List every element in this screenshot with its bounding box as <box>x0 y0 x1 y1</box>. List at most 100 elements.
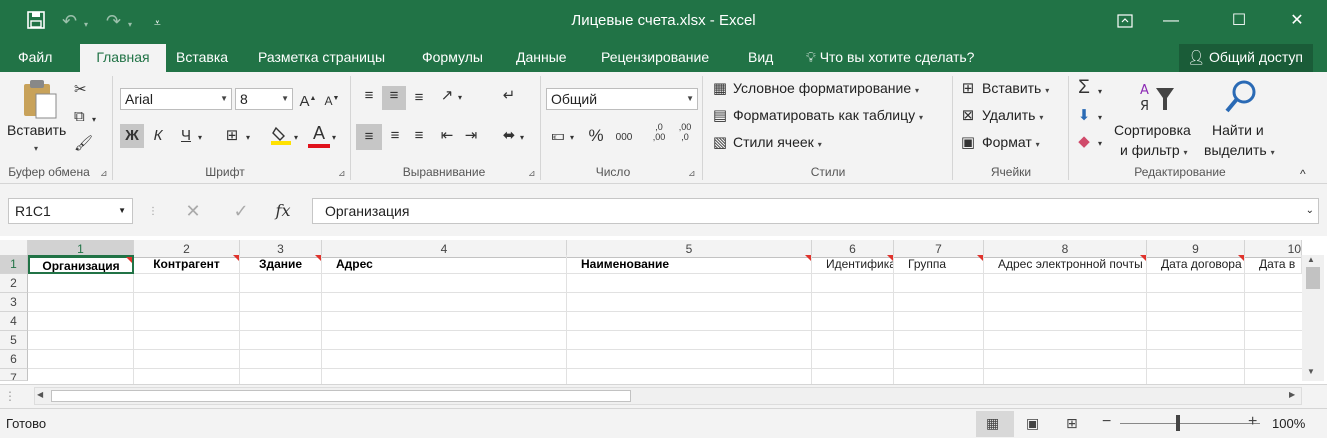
cell-styles-button[interactable]: Стили ячеек ▾ <box>733 134 822 150</box>
number-launcher-icon[interactable]: ⊿ <box>688 168 698 178</box>
maximize-icon[interactable]: ☐ <box>1216 6 1262 36</box>
orientation-icon[interactable]: ↗ <box>436 86 458 106</box>
currency-icon[interactable]: 💶︎ <box>548 126 568 146</box>
sort-filter-button[interactable]: Сортировка <box>1114 122 1191 138</box>
cell-header[interactable]: Идентификатор <box>812 255 894 274</box>
grow-font-icon[interactable]: A▲ <box>298 89 318 112</box>
zoom-slider[interactable] <box>1120 423 1260 424</box>
horizontal-scrollbar[interactable]: ◀ ▶ <box>34 387 1302 405</box>
autosum-button[interactable]: Σ <box>1074 78 1094 98</box>
zoom-out-icon[interactable]: − <box>1102 413 1111 431</box>
autosum-dropdown-icon[interactable]: ▾ <box>1098 82 1102 102</box>
tab-page-layout[interactable]: Разметка страницы <box>248 44 395 72</box>
scroll-up-icon[interactable]: ▲ <box>1307 255 1315 264</box>
borders-icon[interactable]: ⊞ <box>222 126 242 146</box>
shrink-font-icon[interactable]: A▼ <box>322 89 342 111</box>
font-color-dropdown-icon[interactable]: ▾ <box>332 128 336 148</box>
cell-header[interactable]: Наименование <box>567 255 812 274</box>
cancel-icon[interactable]: ✕ <box>178 201 208 221</box>
scroll-down-icon[interactable]: ▼ <box>1307 367 1315 376</box>
insert-cells-button[interactable]: Вставить ▾ <box>982 80 1049 96</box>
enter-icon[interactable]: ✓ <box>226 201 256 221</box>
clipboard-launcher-icon[interactable]: ⊿ <box>100 168 110 178</box>
increase-indent-icon[interactable]: ⇥ <box>460 126 482 146</box>
tab-file[interactable]: Файл <box>8 44 62 72</box>
scroll-left-icon[interactable]: ◀ <box>37 390 43 399</box>
scrollbar-thumb[interactable] <box>1306 267 1320 289</box>
cell-header[interactable]: Группа <box>894 255 984 274</box>
currency-dropdown-icon[interactable]: ▾ <box>570 128 574 148</box>
number-format-select[interactable]: Общий ▼ <box>546 88 698 110</box>
align-top-icon[interactable]: ≡ <box>358 86 380 106</box>
font-launcher-icon[interactable]: ⊿ <box>338 168 348 178</box>
clear-dropdown-icon[interactable]: ▾ <box>1098 134 1102 154</box>
insert-function-button[interactable]: fx <box>268 201 298 221</box>
align-middle-icon[interactable]: ≡ <box>382 86 406 110</box>
align-center-icon[interactable]: ≡ <box>384 126 406 146</box>
minimize-icon[interactable]: — <box>1148 6 1194 36</box>
copy-icon[interactable]: ⧉ <box>74 107 85 127</box>
worksheet-grid[interactable]: 1 2 3 4 5 6 7 8 9 10 1 2 3 4 5 6 7 Орган… <box>0 236 1327 384</box>
cell-header[interactable]: Адрес <box>322 255 567 274</box>
underline-button[interactable]: Ч <box>176 126 196 146</box>
close-icon[interactable]: ✕ <box>1274 6 1320 36</box>
tab-home[interactable]: Главная <box>80 44 166 72</box>
format-painter-icon[interactable]: 🖌︎ <box>74 134 93 154</box>
expand-formula-icon[interactable]: ⌄ <box>1306 199 1314 223</box>
row-header[interactable]: 7 <box>0 369 28 381</box>
sort-filter-icon[interactable]: AЯ <box>1136 80 1176 118</box>
sort-filter-button-line2[interactable]: и фильтр ▾ <box>1120 142 1188 158</box>
font-color-icon[interactable]: A <box>308 122 330 148</box>
paste-button[interactable]: Вставить <box>7 122 66 138</box>
thousands-button[interactable]: 000 <box>612 128 636 148</box>
tell-me-box[interactable]: 💡︎ Что вы хотите сделать? <box>796 44 984 72</box>
empty-cells[interactable] <box>28 274 1302 384</box>
fill-color-icon[interactable] <box>270 124 292 152</box>
merge-dropdown-icon[interactable]: ▾ <box>520 128 524 148</box>
orientation-dropdown-icon[interactable]: ▾ <box>458 88 462 108</box>
decrease-decimal-icon[interactable]: ,00 ,0 <box>674 122 696 142</box>
cell-header[interactable]: Организация <box>28 255 134 274</box>
zoom-level[interactable]: 100% <box>1272 416 1305 431</box>
formula-input[interactable]: Организация ⌄ <box>312 198 1319 224</box>
paste-icon[interactable] <box>20 78 60 126</box>
conditional-format-button[interactable]: Условное форматирование ▾ <box>733 80 919 96</box>
name-box[interactable]: R1C1 ▼ <box>8 198 133 224</box>
delete-cells-button[interactable]: Удалить ▾ <box>982 107 1043 123</box>
underline-dropdown-icon[interactable]: ▾ <box>198 128 202 148</box>
align-right-icon[interactable]: ≡ <box>408 126 430 146</box>
align-bottom-icon[interactable]: ≡ <box>408 88 430 108</box>
collapse-ribbon-icon[interactable]: ^ <box>1300 164 1306 184</box>
cell-header[interactable]: Контрагент <box>134 255 240 274</box>
row-header[interactable]: 4 <box>0 312 28 331</box>
cell-header[interactable]: Адрес электронной почты <box>984 255 1147 274</box>
align-left-icon[interactable]: ≡ <box>356 124 382 150</box>
tab-view[interactable]: Вид <box>738 44 783 72</box>
cut-icon[interactable]: ✂ <box>74 80 87 100</box>
format-cells-button[interactable]: Формат ▾ <box>982 134 1040 150</box>
row-header[interactable]: 3 <box>0 293 28 312</box>
share-button[interactable]: 👤︎ Общий доступ <box>1179 44 1313 72</box>
fill-dropdown-icon[interactable]: ▾ <box>294 128 298 148</box>
paste-dropdown-icon[interactable]: ▾ <box>34 144 38 153</box>
wrap-text-icon[interactable]: ↵ <box>498 86 520 106</box>
increase-decimal-icon[interactable]: ,0 ,00 <box>648 122 670 142</box>
tab-review[interactable]: Рецензирование <box>591 44 719 72</box>
tab-formulas[interactable]: Формулы <box>412 44 493 72</box>
format-as-table-button[interactable]: Форматировать как таблицу ▾ <box>733 107 923 123</box>
copy-dropdown-icon[interactable]: ▾ <box>92 110 96 130</box>
cell-header[interactable]: Здание <box>240 255 322 274</box>
font-name-select[interactable]: Arial ▼ <box>120 88 232 110</box>
find-select-icon[interactable] <box>1224 78 1260 118</box>
tab-insert[interactable]: Вставка <box>166 44 238 72</box>
italic-button[interactable]: К <box>148 126 168 146</box>
zoom-in-icon[interactable]: + <box>1248 413 1257 431</box>
ribbon-display-icon[interactable] <box>1102 6 1148 36</box>
cell-header[interactable]: Дата в <box>1245 255 1302 274</box>
row-header[interactable]: 1 <box>0 255 28 274</box>
row-header[interactable]: 2 <box>0 274 28 293</box>
hscroll-thumb[interactable] <box>51 390 631 402</box>
decrease-indent-icon[interactable]: ⇤ <box>436 126 458 146</box>
percent-button[interactable]: % <box>586 126 606 146</box>
clear-icon[interactable]: ◆ <box>1074 132 1094 152</box>
